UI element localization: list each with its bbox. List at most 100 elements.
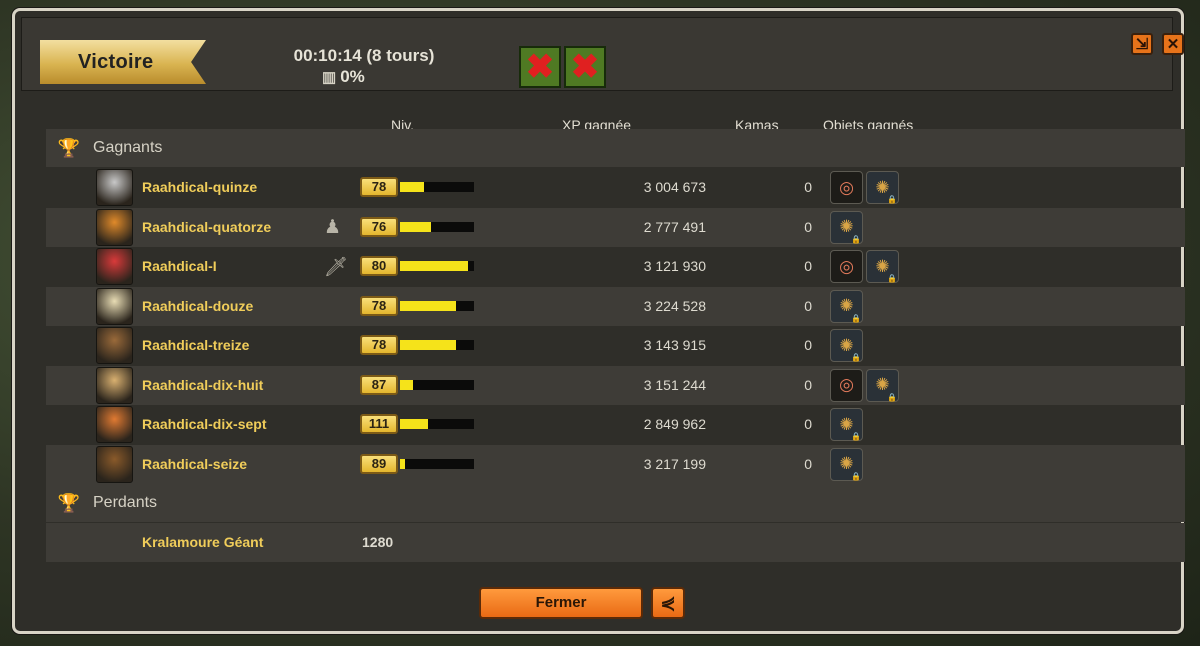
avatar[interactable]	[96, 287, 133, 325]
xp-gained: 3 004 673	[643, 179, 706, 195]
lock-icon: 🔒	[887, 195, 897, 204]
xp-gained: 3 143 915	[643, 337, 706, 353]
table-row[interactable]: Raahdical-seize 89 3 217 199 0 ✺ 🔒	[46, 444, 1185, 484]
kamas-gained: 0	[804, 376, 812, 393]
player-name[interactable]: Raahdical-quinze	[142, 179, 257, 195]
level-progress-fill	[400, 379, 414, 390]
monster-name: Kralamoure Géant	[142, 534, 264, 550]
level-badge: 78	[360, 177, 398, 197]
level-badge: 80	[360, 256, 398, 276]
level-progress-fill	[400, 300, 457, 311]
loot-percent-value: 0%	[340, 67, 365, 86]
level-badge: 89	[360, 453, 398, 474]
level-progress-bar	[400, 261, 474, 271]
avatar[interactable]	[96, 169, 133, 206]
avatar[interactable]	[96, 366, 133, 404]
lock-icon: 🔒	[851, 313, 861, 323]
loot-percentage: ▥ 0%	[322, 67, 365, 87]
lock-icon: 🔒	[851, 471, 861, 481]
level-progress-fill	[400, 340, 457, 350]
relic-item-icon[interactable]: ✺ 🔒	[866, 171, 899, 204]
relic-item-icon[interactable]: ✺ 🔒	[830, 210, 863, 244]
player-name[interactable]: Raahdical-seize	[142, 456, 247, 472]
level-badge: 76	[360, 216, 398, 237]
xp-gained: 3 151 244	[643, 376, 706, 393]
minimize-icon[interactable]: ⇲	[1131, 33, 1153, 55]
avatar[interactable]	[96, 406, 133, 443]
level-progress-fill	[400, 419, 429, 429]
table-row[interactable]: Raahdical-douze 78 3 224 528 0 ✺ 🔒	[46, 286, 1185, 326]
table-row[interactable]: Raahdical-treize 78 3 143 915 0 ✺ 🔒	[46, 326, 1185, 365]
results-header: Victoire 00:10:14 (8 tours) ▥ 0% ✖ ✖ ⇲ ✕	[21, 17, 1184, 91]
relic-item-icon[interactable]: ✺ 🔒	[830, 289, 863, 323]
table-row[interactable]: Raahdical-dix-huit 87 3 151 244 0 ◎ ✺ 🔒	[46, 365, 1185, 405]
lock-icon: 🔒	[887, 392, 897, 402]
level-progress-bar	[400, 221, 474, 232]
monster-level: 1280	[362, 534, 394, 550]
challenge-failed-icon[interactable]: ✖	[564, 46, 606, 88]
relic-item-icon[interactable]: ✺ 🔒	[866, 368, 899, 402]
lock-icon: 🔒	[851, 234, 861, 244]
kamas-gained: 0	[804, 258, 812, 274]
kamas-gained: 0	[804, 337, 812, 353]
table-row[interactable]: Raahdical-dix-sept 111 2 849 962 0 ✺ 🔒	[46, 405, 1185, 444]
player-name[interactable]: Raahdical-dix-sept	[142, 416, 266, 432]
kamas-gained: 0	[804, 179, 812, 195]
result-label: Victoire	[78, 50, 154, 73]
player-name[interactable]: Raahdical-treize	[142, 337, 249, 353]
sword-icon: 🗡	[324, 257, 349, 278]
avatar[interactable]	[96, 248, 133, 285]
level-progress-bar	[400, 458, 474, 469]
avatar[interactable]	[96, 445, 133, 483]
close-icon[interactable]: ✕	[1162, 33, 1184, 55]
level-progress-bar	[400, 182, 474, 192]
level-progress-fill	[400, 221, 432, 232]
player-name[interactable]: Raahdical-I	[142, 258, 217, 274]
trophy-icon: 🏆	[57, 137, 81, 158]
winners-section-header: 🏆 Gagnants	[46, 129, 1185, 167]
level-progress-bar	[400, 340, 474, 350]
donut-item-icon[interactable]: ◎	[830, 368, 863, 402]
level-badge: 78	[360, 335, 398, 355]
table-row[interactable]: Raahdical-quinze 78 3 004 673 0 ◎ ✺ 🔒	[46, 168, 1185, 207]
companion-icon: ♟	[324, 216, 342, 238]
level-progress-fill	[400, 458, 406, 469]
lock-icon: 🔒	[851, 432, 861, 441]
losers-title: Perdants	[93, 494, 158, 511]
level-progress-fill	[400, 182, 424, 192]
loser-row: Kralamoure Géant 1280	[46, 523, 1185, 562]
challenge-failed-icon[interactable]: ✖	[519, 46, 561, 88]
player-name[interactable]: Raahdical-quatorze	[142, 219, 271, 235]
table-row[interactable]: Raahdical-I 🗡 80 3 121 930 0 ◎ ✺ 🔒	[46, 247, 1185, 286]
xp-gained: 2 777 491	[643, 218, 706, 235]
lock-icon: 🔒	[851, 353, 861, 362]
chest-icon: ▥	[322, 69, 337, 86]
close-button[interactable]: Fermer	[479, 587, 643, 619]
relic-item-icon[interactable]: ✺ 🔒	[866, 250, 899, 283]
player-name[interactable]: Raahdical-douze	[142, 298, 253, 314]
relic-item-icon[interactable]: ✺ 🔒	[830, 408, 863, 441]
xp-gained: 2 849 962	[643, 416, 706, 432]
winners-title: Gagnants	[93, 139, 163, 156]
level-progress-fill	[400, 261, 469, 271]
broken-trophy-icon: 🏆	[57, 492, 81, 513]
level-badge: 111	[360, 414, 398, 434]
fight-duration: 00:10:14 (8 tours)	[293, 46, 435, 65]
kamas-gained: 0	[804, 416, 812, 432]
level-progress-bar	[400, 419, 474, 429]
relic-item-icon[interactable]: ✺ 🔒	[830, 329, 863, 362]
donut-item-icon[interactable]: ◎	[830, 250, 863, 283]
donut-item-icon[interactable]: ◎	[830, 171, 863, 204]
relic-item-icon[interactable]: ✺ 🔒	[830, 447, 863, 481]
player-name[interactable]: Raahdical-dix-huit	[142, 377, 263, 393]
kamas-gained: 0	[804, 455, 812, 472]
table-row[interactable]: Raahdical-quatorze ♟ 76 2 777 491 0 ✺ 🔒	[46, 207, 1185, 247]
level-progress-bar	[400, 300, 474, 311]
avatar[interactable]	[96, 208, 133, 246]
avatar[interactable]	[96, 327, 133, 364]
xp-gained: 3 224 528	[643, 297, 706, 314]
xp-gained: 3 121 930	[643, 258, 706, 274]
share-icon[interactable]: ⋞	[651, 587, 685, 619]
victory-banner: Victoire	[40, 40, 206, 84]
level-badge: 87	[360, 374, 398, 395]
